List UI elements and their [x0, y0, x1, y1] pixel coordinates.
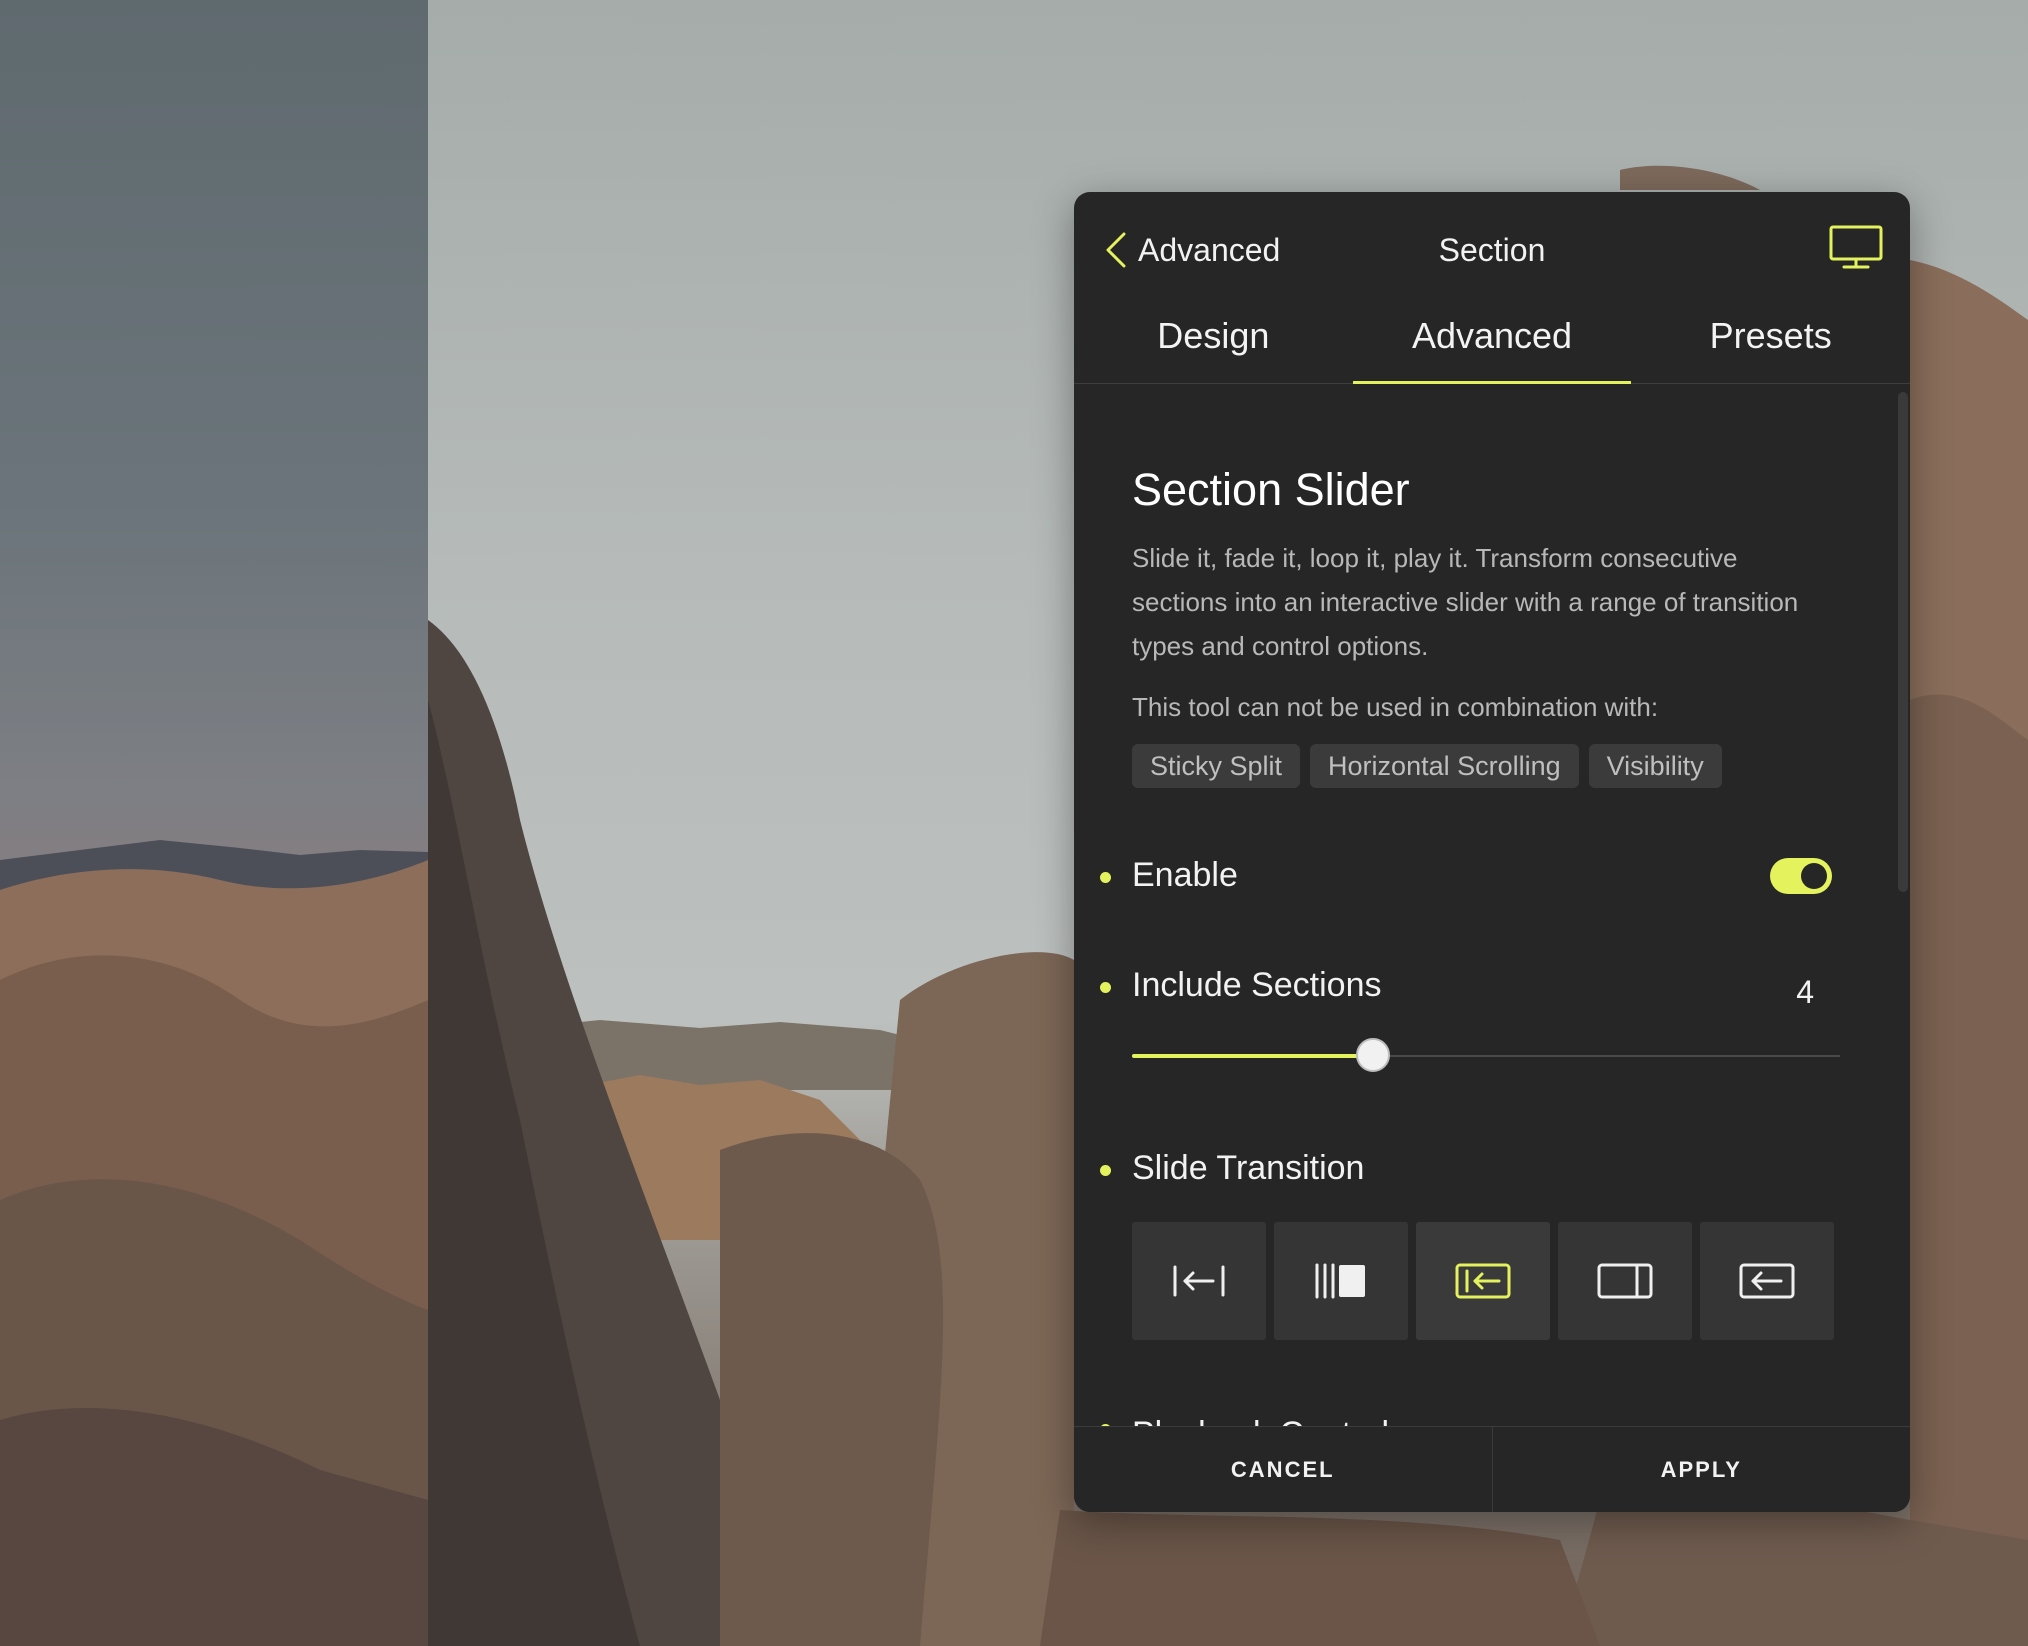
- transition-option-panel[interactable]: [1558, 1222, 1692, 1340]
- arrow-box-icon: [1739, 1263, 1795, 1299]
- transition-option-slide[interactable]: [1132, 1222, 1266, 1340]
- slide-transition-options: [1132, 1222, 1834, 1340]
- incompatible-tools-list: Sticky Split Horizontal Scrolling Visibi…: [1132, 744, 1722, 788]
- modified-indicator-dot: [1100, 982, 1111, 993]
- section-heading: Section Slider: [1132, 464, 1410, 515]
- panel-footer: CANCEL APPLY: [1074, 1426, 1910, 1512]
- transition-option-push[interactable]: [1416, 1222, 1550, 1340]
- stack-bars-icon: [1315, 1263, 1365, 1299]
- tab-presets[interactable]: Presets: [1631, 300, 1910, 383]
- include-sections-slider-fill: [1132, 1054, 1373, 1058]
- scrollbar-thumb[interactable]: [1898, 392, 1908, 892]
- apply-button[interactable]: APPLY: [1491, 1427, 1911, 1512]
- panel-scrollbar[interactable]: [1898, 392, 1908, 1092]
- panel-right-icon: [1597, 1263, 1653, 1299]
- modified-indicator-dot: [1100, 872, 1111, 883]
- enable-toggle[interactable]: [1770, 858, 1832, 894]
- panel-tabs: Design Advanced Presets: [1074, 300, 1910, 384]
- panel-title: Section: [1438, 232, 1546, 268]
- tab-advanced[interactable]: Advanced: [1352, 300, 1632, 384]
- toggle-knob: [1801, 863, 1827, 889]
- chip-sticky-split: Sticky Split: [1132, 744, 1301, 788]
- tab-design[interactable]: Design: [1074, 300, 1353, 383]
- push-in-icon: [1455, 1263, 1511, 1299]
- slide-arrow-icon: [1173, 1265, 1225, 1297]
- include-sections-label: Include Sections: [1132, 966, 1382, 1004]
- enable-label: Enable: [1132, 856, 1238, 894]
- desktop-icon: [1829, 225, 1883, 269]
- slide-transition-label: Slide Transition: [1132, 1149, 1365, 1187]
- transition-option-arrow-box[interactable]: [1700, 1222, 1834, 1340]
- transition-option-stack[interactable]: [1274, 1222, 1408, 1340]
- chip-visibility: Visibility: [1588, 744, 1722, 788]
- section-description: Slide it, fade it, loop it, play it. Tra…: [1132, 543, 1799, 661]
- section-settings-panel: Advanced Section Design Advanced Presets…: [1074, 192, 1910, 1512]
- cancel-button[interactable]: CANCEL: [1074, 1427, 1492, 1512]
- modified-indicator-dot: [1100, 1165, 1111, 1176]
- include-sections-slider-thumb[interactable]: [1355, 1038, 1390, 1072]
- panel-header: Advanced Section: [1074, 192, 1910, 300]
- device-preview-button[interactable]: [1828, 224, 1884, 270]
- chip-horizontal-scrolling: Horizontal Scrolling: [1310, 744, 1579, 788]
- include-sections-value: 4: [1796, 974, 1814, 1010]
- combination-note: This tool can not be used in combination…: [1132, 692, 1659, 722]
